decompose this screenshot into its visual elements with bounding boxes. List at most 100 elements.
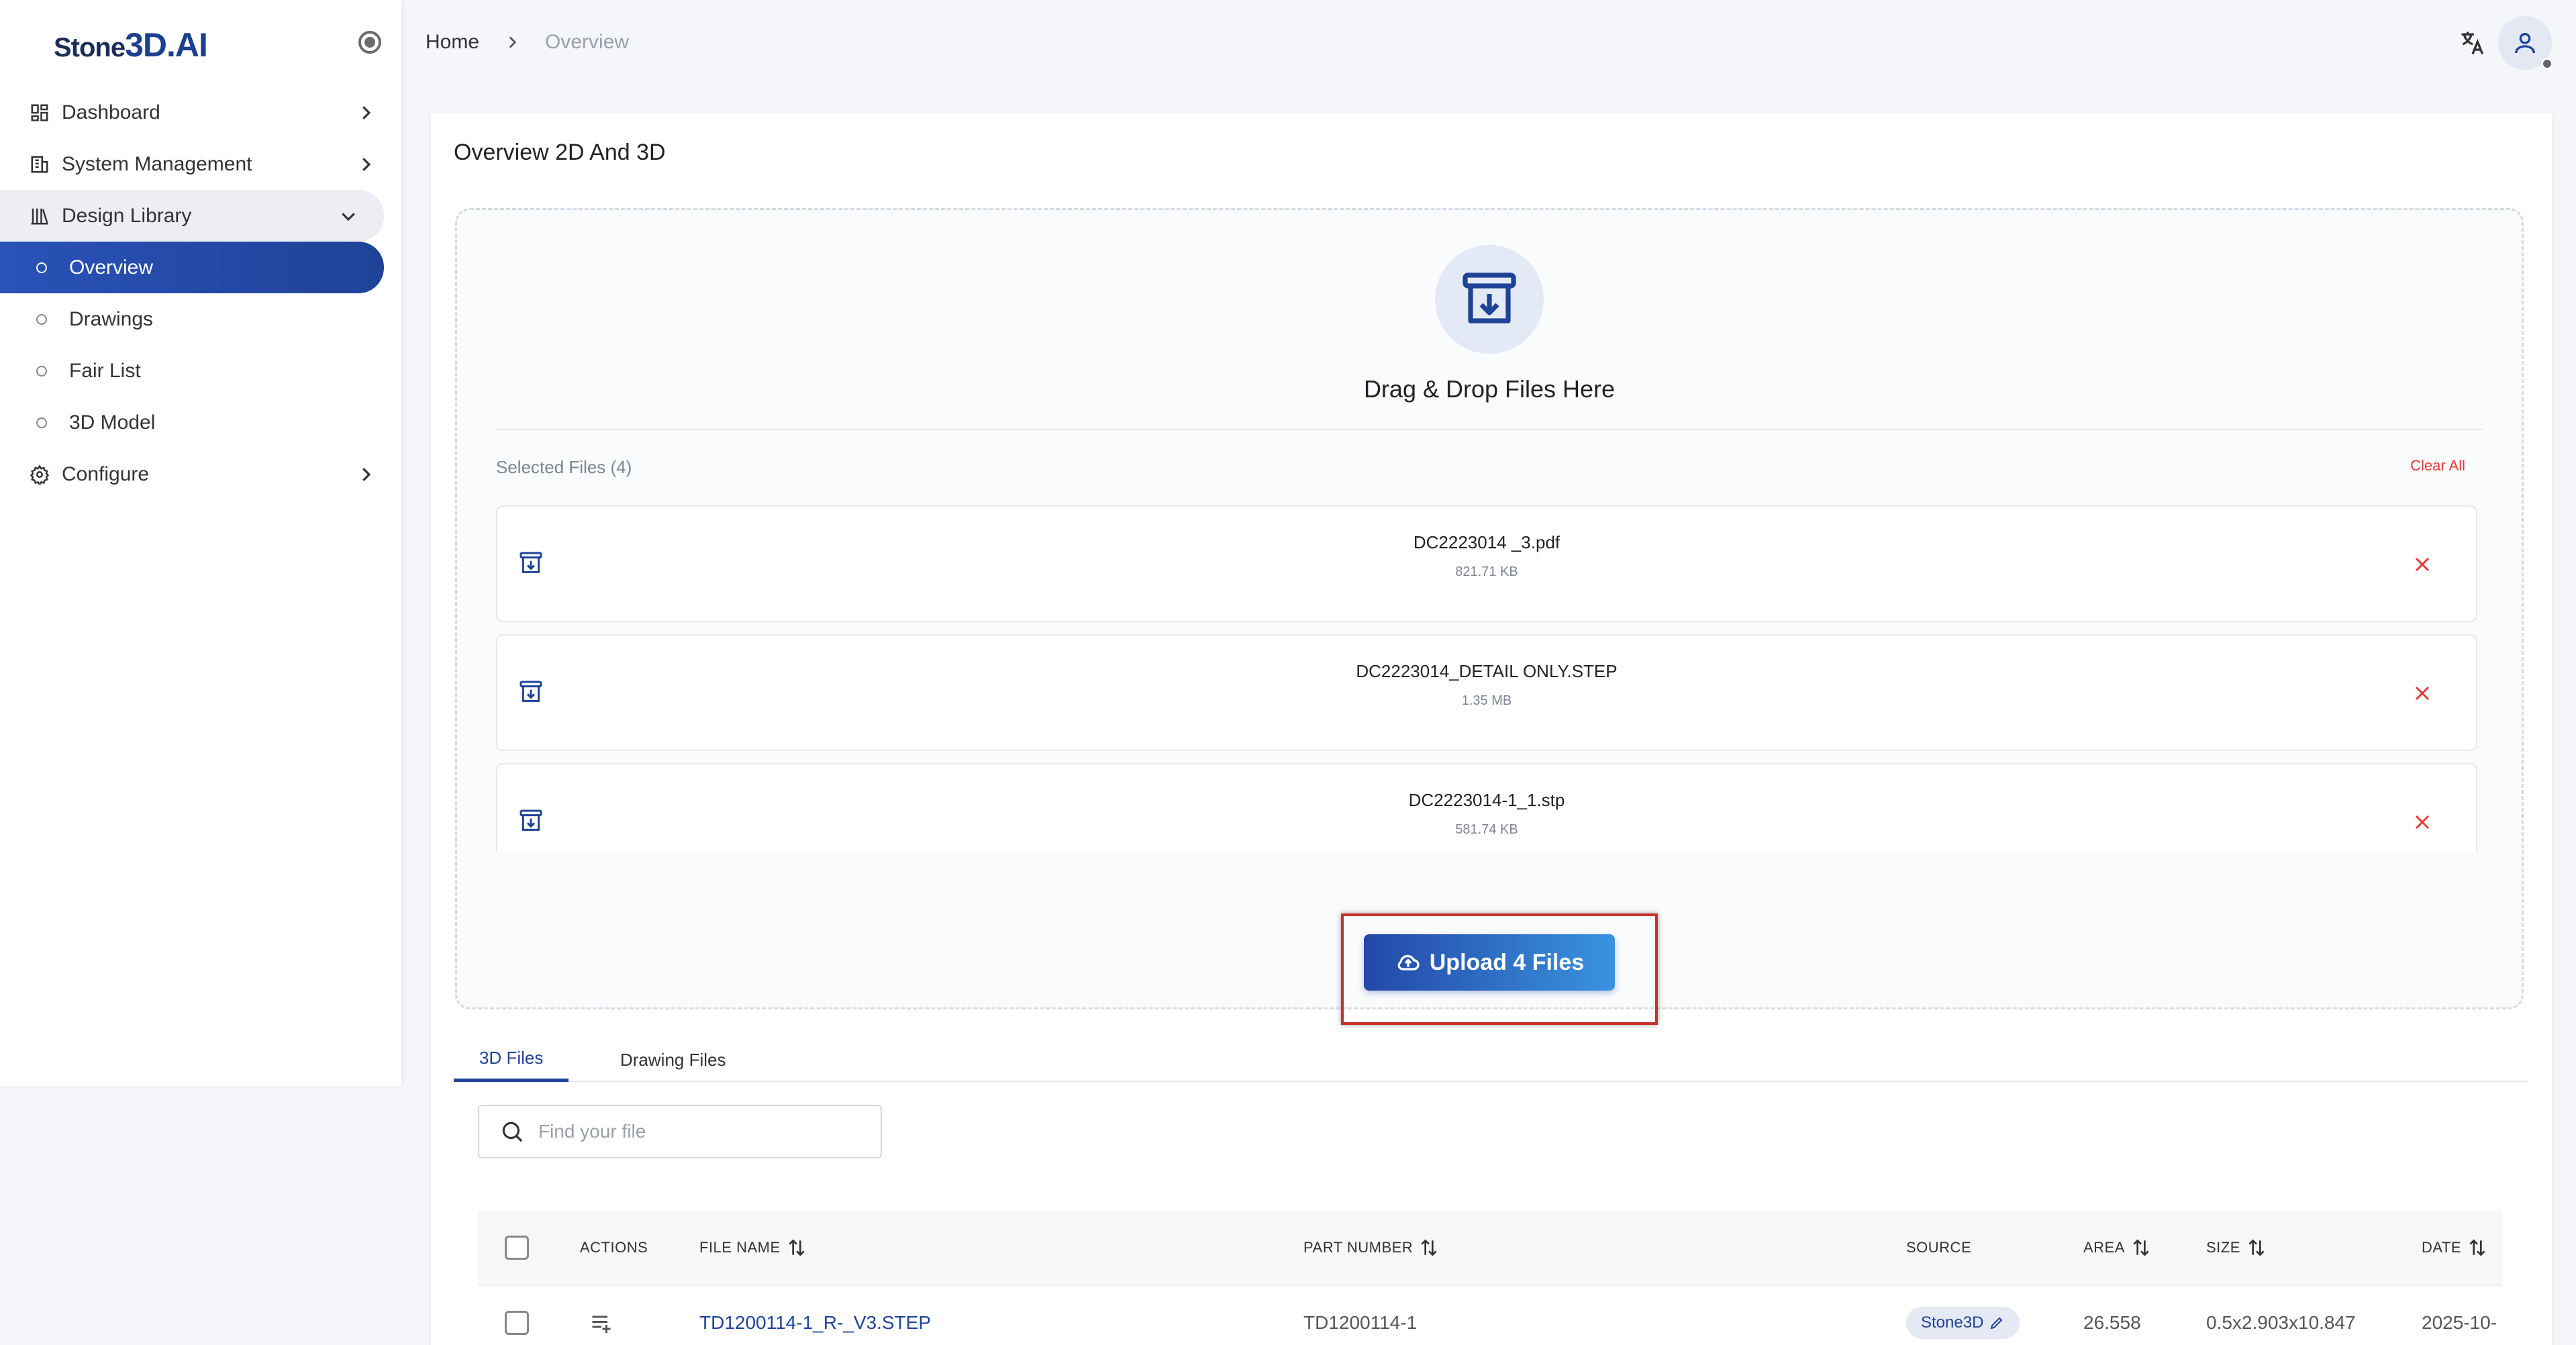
file-dropzone[interactable]: Drag & Drop Files Here Selected Files (4… (455, 208, 2524, 1009)
sidebar-item-fair-list[interactable]: Fair List (0, 345, 401, 397)
edit-pencil-icon[interactable] (1989, 1315, 2005, 1331)
sort-icon (2469, 1239, 2485, 1256)
header-source: SOURCE (1906, 1239, 1972, 1256)
header-part-number[interactable]: PART NUMBER (1303, 1211, 1440, 1285)
sidebar-item-label: Overview (69, 256, 154, 279)
clear-all-button[interactable]: Clear All (2410, 457, 2465, 475)
circle-icon (36, 365, 47, 377)
search-input[interactable] (538, 1121, 860, 1142)
row-checkbox[interactable] (505, 1311, 529, 1335)
dropzone-text: Drag & Drop Files Here (1363, 375, 1616, 403)
sort-icon (2133, 1239, 2149, 1256)
file-search (478, 1105, 882, 1158)
file-item: DC2223014_DETAIL ONLY.STEP 1.35 MB (496, 634, 2477, 751)
sidebar-item-label: Design Library (62, 204, 192, 227)
source-label: Stone3D (1921, 1313, 1984, 1332)
sidebar: Stone3D.AI Dashboard System Management D… (0, 0, 401, 1086)
chevron-right-icon (362, 158, 371, 171)
select-all-checkbox[interactable] (505, 1236, 529, 1260)
header-area[interactable]: AREA (2083, 1211, 2152, 1285)
translate-icon[interactable] (2458, 28, 2487, 58)
row-file-name[interactable]: TD1200114-1_R-_V3.STEP (699, 1286, 931, 1345)
sidebar-item-system-management[interactable]: System Management (0, 138, 401, 190)
selected-files-list[interactable]: DC2223014 _3.pdf 821.71 KB DC2223014_DET… (496, 505, 2477, 852)
header-label: FILE NAME (699, 1239, 781, 1256)
row-actions-cell (589, 1286, 613, 1345)
close-icon[interactable] (2410, 552, 2434, 577)
dashboard-icon (28, 101, 51, 124)
circle-icon (36, 417, 47, 428)
row-source-cell: Stone3D (1906, 1286, 2020, 1345)
tab-label: 3D Files (479, 1048, 544, 1068)
list-add-icon[interactable] (589, 1311, 613, 1335)
sidebar-item-label: Configure (62, 462, 150, 485)
tab-3d-files[interactable]: 3D Files (454, 1038, 569, 1082)
status-dot (2541, 58, 2553, 70)
sidebar-item-drawings[interactable]: Drawings (0, 293, 401, 345)
sidebar-item-label: Dashboard (62, 101, 160, 123)
chevron-right-icon (362, 468, 371, 481)
gear-icon (28, 463, 51, 486)
sort-icon (2248, 1239, 2265, 1256)
file-size: 581.74 KB (1455, 822, 1518, 837)
sidebar-item-design-library[interactable]: Design Library (0, 190, 384, 242)
sidebar-nav: Dashboard System Management Design Libra… (0, 87, 401, 500)
user-avatar[interactable] (2498, 16, 2553, 70)
library-icon (28, 205, 51, 228)
file-size: 1.35 MB (1461, 693, 1512, 708)
row-date: 2025-10- (2422, 1312, 2497, 1333)
sidebar-item-label: 3D Model (69, 411, 156, 434)
page-title: Overview 2D And 3D (454, 140, 666, 165)
sidebar-item-label: Drawings (69, 307, 154, 330)
radio-dot-icon (364, 37, 375, 48)
close-icon[interactable] (2410, 810, 2434, 834)
header-file-name[interactable]: FILE NAME (699, 1211, 807, 1285)
tab-label: Drawing Files (620, 1049, 726, 1070)
cloud-upload-icon (1397, 954, 1420, 970)
sidebar-item-overview[interactable]: Overview (0, 242, 384, 293)
app-logo[interactable]: Stone3D.AI (54, 26, 208, 64)
breadcrumb: Home Overview (426, 31, 629, 54)
circle-icon (36, 313, 47, 325)
sidebar-item-label: System Management (62, 152, 252, 175)
header-label: AREA (2083, 1239, 2125, 1256)
main-card: Overview 2D And 3D Drag & Drop Files Her… (431, 113, 2552, 1345)
tab-drawing-files[interactable]: Drawing Files (595, 1038, 752, 1082)
close-icon[interactable] (2410, 681, 2434, 705)
select-all-cell (505, 1211, 529, 1285)
sort-icon (1421, 1239, 1437, 1256)
sidebar-item-configure[interactable]: Configure (0, 448, 401, 500)
row-size: 0.5x2.903x10.847 (2206, 1312, 2356, 1333)
table-row[interactable]: TD1200114-1_R-_V3.STEP TD1200114-1 Stone… (478, 1285, 2502, 1345)
upload-files-button[interactable]: Upload 4 Files (1364, 934, 1615, 991)
table-header: ACTIONS FILE NAME PART NUMBER SOURCE ARE… (478, 1211, 2502, 1285)
header-size[interactable]: SIZE (2206, 1211, 2267, 1285)
header-label: PART NUMBER (1303, 1239, 1414, 1256)
file-item: DC2223014 _3.pdf 821.71 KB (496, 505, 2477, 622)
breadcrumb-current: Overview (545, 31, 630, 53)
user-icon (2515, 33, 2535, 54)
sidebar-collapse-toggle[interactable] (358, 31, 381, 54)
chevron-right-icon (362, 106, 371, 119)
file-tabs: 3D Files Drawing Files (454, 1038, 2528, 1082)
row-part-number: TD1200114-1 (1303, 1312, 1418, 1333)
sidebar-item-label: Fair List (69, 359, 141, 382)
sidebar-item-dashboard[interactable]: Dashboard (0, 87, 401, 138)
file-name: DC2223014 _3.pdf (1413, 532, 1561, 552)
file-name: DC2223014-1_1.stp (1408, 790, 1565, 810)
chevron-down-icon (342, 213, 355, 221)
upload-button-label: Upload 4 Files (1429, 949, 1585, 975)
header-label: DATE (2422, 1239, 2462, 1256)
chevron-right-icon (509, 36, 517, 48)
row-select-cell (505, 1286, 529, 1345)
breadcrumb-home-link[interactable]: Home (426, 31, 479, 54)
file-size: 821.71 KB (1455, 564, 1518, 579)
archive-download-icon (1435, 245, 1544, 354)
sort-icon (789, 1239, 805, 1256)
header-date[interactable]: DATE (2422, 1211, 2488, 1285)
source-badge[interactable]: Stone3D (1906, 1307, 2020, 1339)
search-icon (502, 1122, 523, 1142)
file-name: DC2223014_DETAIL ONLY.STEP (1356, 661, 1618, 681)
sidebar-item-3d-model[interactable]: 3D Model (0, 397, 401, 448)
header-actions: ACTIONS (580, 1239, 648, 1256)
